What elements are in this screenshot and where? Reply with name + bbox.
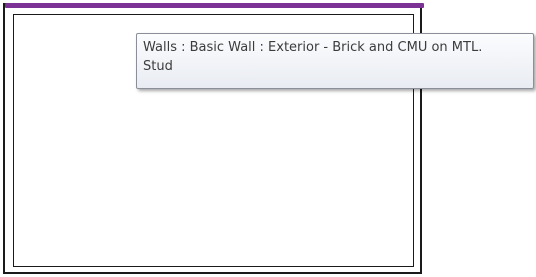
element-tooltip: Walls : Basic Wall : Exterior - Brick an… bbox=[136, 33, 534, 89]
wall-selection-highlight[interactable] bbox=[5, 3, 424, 8]
drawing-canvas[interactable]: Walls : Basic Wall : Exterior - Brick an… bbox=[0, 0, 536, 277]
tooltip-line-1: Walls : Basic Wall : Exterior - Brick an… bbox=[143, 40, 483, 55]
tooltip-line-2: Stud bbox=[143, 59, 173, 74]
